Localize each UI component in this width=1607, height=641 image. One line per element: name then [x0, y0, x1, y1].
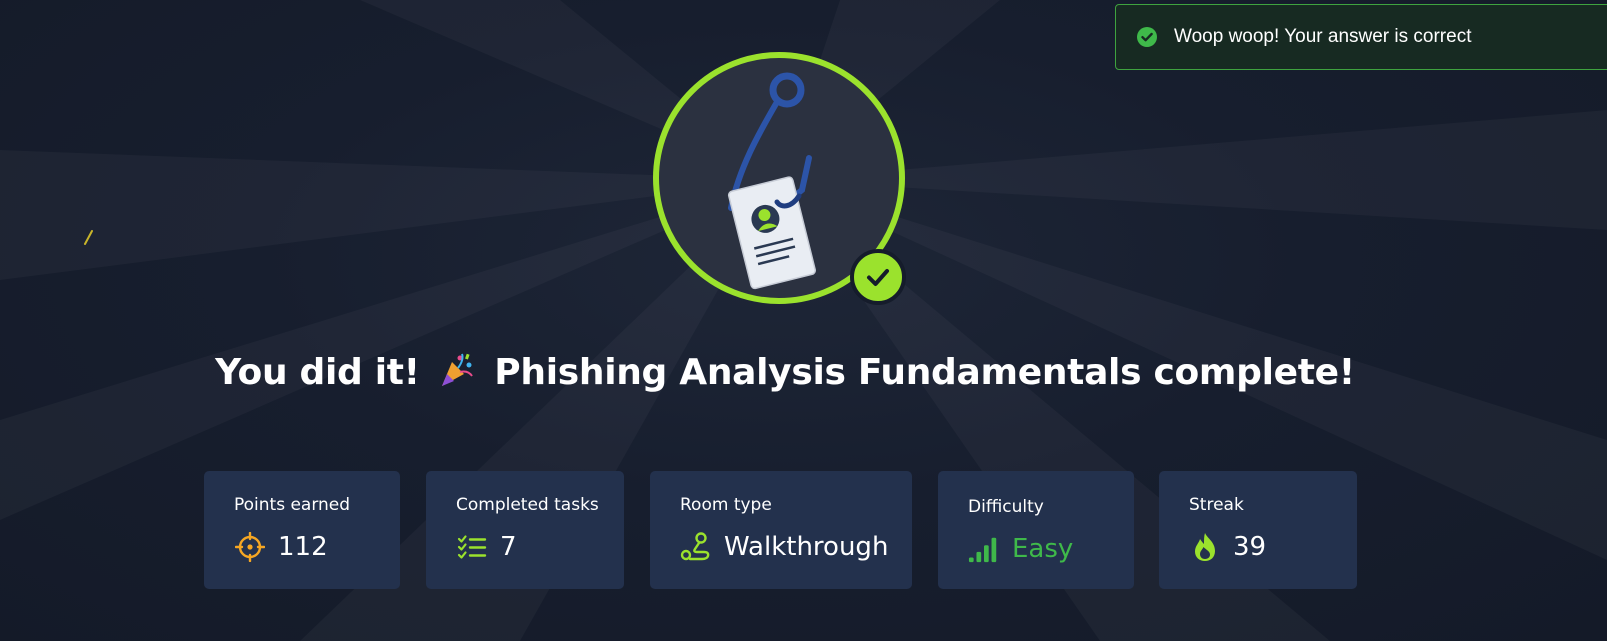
stat-value: 112 — [278, 532, 328, 562]
stat-label: Points earned — [234, 495, 351, 515]
confetti-spark — [84, 230, 93, 245]
stat-card-points: Points earned 112 — [204, 471, 400, 589]
stat-label: Difficulty — [968, 497, 1044, 517]
check-circle-icon — [1136, 26, 1158, 48]
room-badge — [653, 52, 907, 306]
checklist-icon — [456, 531, 488, 563]
stat-label: Room type — [680, 495, 772, 515]
stat-value: 7 — [500, 532, 517, 562]
completed-check-icon — [850, 249, 906, 305]
toast-message: Woop woop! Your answer is correct — [1174, 26, 1472, 47]
stat-card-tasks: Completed tasks 7 — [426, 471, 624, 589]
stat-label: Streak — [1189, 495, 1244, 515]
stat-card-difficulty: Difficulty Easy — [938, 471, 1134, 589]
stat-value: Walkthrough — [724, 532, 889, 562]
success-toast[interactable]: Woop woop! Your answer is correct — [1115, 4, 1607, 70]
stat-card-room-type: Room type Walkthrough — [650, 471, 912, 589]
target-icon — [234, 531, 266, 563]
party-popper-icon — [438, 350, 476, 397]
flame-icon — [1189, 531, 1221, 563]
stat-card-streak: Streak 39 — [1159, 471, 1357, 589]
stat-label: Completed tasks — [456, 495, 599, 515]
title-suffix: Phishing Analysis Fundamentals complete! — [494, 352, 1355, 393]
room-complete-screen: Woop woop! Your answer is correct You di… — [0, 0, 1607, 641]
stat-value: Easy — [1012, 534, 1074, 564]
title-prefix: You did it! — [215, 352, 420, 393]
completion-title: You did it! Phishing Analysis Fundamenta… — [0, 350, 1570, 397]
signal-bars-icon — [968, 533, 1000, 565]
route-icon — [680, 531, 712, 563]
stat-value: 39 — [1233, 532, 1267, 562]
